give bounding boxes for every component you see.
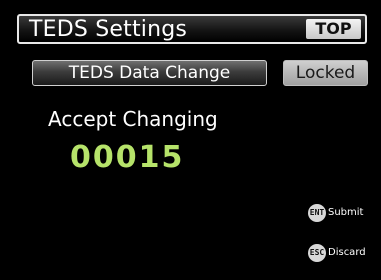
submit-label: Submit bbox=[328, 207, 364, 218]
top-button[interactable]: TOP bbox=[306, 19, 361, 39]
teds-data-change-button[interactable]: TEDS Data Change bbox=[32, 60, 267, 86]
page-title: TEDS Settings bbox=[29, 17, 188, 42]
teds-settings-screen: TEDS Settings TOP TEDS Data Change Locke… bbox=[0, 0, 381, 280]
accept-changing-label: Accept Changing bbox=[48, 107, 218, 131]
title-bar: TEDS Settings TOP bbox=[17, 14, 367, 44]
locked-status-badge: Locked bbox=[283, 60, 368, 86]
esc-key-icon: ESC bbox=[308, 244, 326, 262]
discard-label: Discard bbox=[328, 247, 366, 258]
accept-changing-value: 00015 bbox=[70, 140, 185, 175]
ent-key-icon: ENT bbox=[308, 204, 326, 222]
